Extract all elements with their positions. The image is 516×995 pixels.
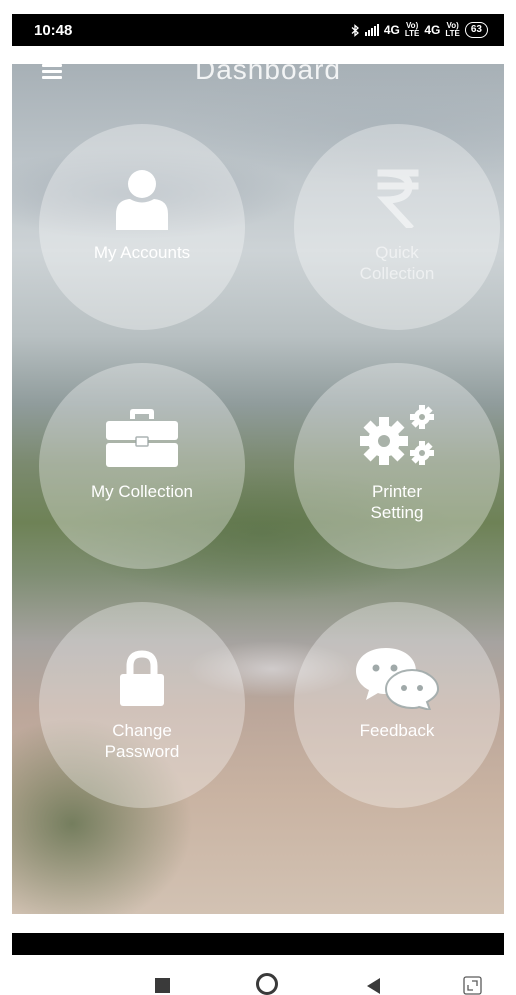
feedback-button[interactable]: Feedback xyxy=(294,602,500,808)
feedback-label: Feedback xyxy=(359,721,435,740)
volte-icon: Vo) LTE xyxy=(404,21,420,38)
dashboard-area: Dashboard My Accounts Quick Collection M… xyxy=(12,64,504,914)
rupee-icon xyxy=(377,169,419,228)
change-password-label: Change Password xyxy=(104,721,180,761)
my-accounts-label: My Accounts xyxy=(93,243,191,262)
battery-icon: 63 xyxy=(464,22,488,38)
bottom-black-bar xyxy=(12,933,504,955)
page-title: Dashboard xyxy=(195,64,341,85)
quick-collection-label: Quick Collection xyxy=(359,243,435,283)
chat-bubbles-icon xyxy=(356,648,440,710)
my-accounts-button[interactable]: My Accounts xyxy=(39,124,245,330)
lock-icon xyxy=(120,650,164,706)
network-type-2: 4G xyxy=(424,23,441,37)
bluetooth-icon xyxy=(351,23,359,37)
my-collection-label: My Collection xyxy=(90,482,194,501)
user-icon xyxy=(116,170,168,230)
circle-icon[interactable] xyxy=(256,973,278,995)
square-icon[interactable] xyxy=(155,978,170,993)
status-icons: 4G Vo) LTE 4G Vo) LTE 63 xyxy=(351,22,488,38)
status-time: 10:48 xyxy=(34,21,73,39)
phone-screen: 10:48 4G Vo)LTE 4G Vo)LTE 63 Dashboard xyxy=(0,0,516,995)
back-triangle-icon[interactable] xyxy=(366,978,382,995)
signal-icon xyxy=(364,24,379,36)
quick-collection-button[interactable]: Quick Collection xyxy=(294,124,500,330)
app-header: Dashboard xyxy=(12,64,504,98)
my-collection-button[interactable]: My Collection xyxy=(39,363,245,569)
gears-icon xyxy=(360,405,434,465)
network-type-1: 4G xyxy=(383,23,400,37)
status-bar: 10:48 4G Vo) LTE 4G Vo) LTE 63 xyxy=(12,14,504,46)
volte-icon-2: Vo) LTE xyxy=(445,21,460,38)
briefcase-icon xyxy=(106,409,178,467)
change-password-button[interactable]: Change Password xyxy=(39,602,245,808)
printer-setting-button[interactable]: Printer Setting xyxy=(294,363,500,569)
printer-setting-label: Printer Setting xyxy=(370,482,424,522)
system-navigation-bar xyxy=(0,960,516,995)
expand-icon[interactable] xyxy=(463,976,482,995)
